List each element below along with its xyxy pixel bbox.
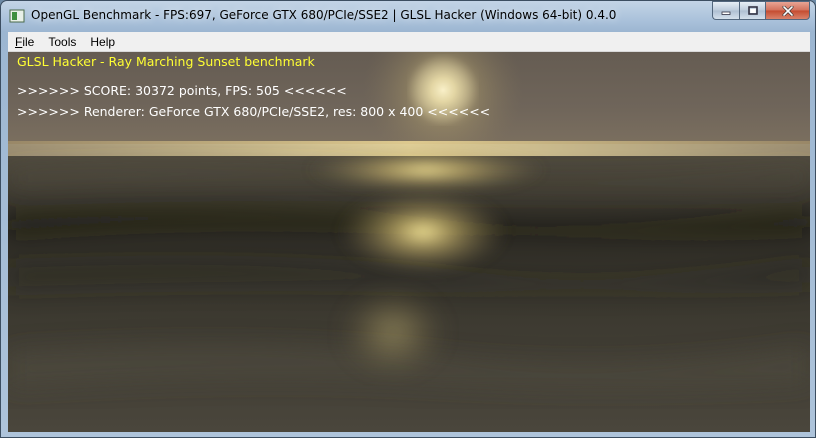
menu-file-label: ile	[22, 34, 35, 49]
app-icon	[9, 9, 25, 23]
benchmark-heading: GLSL Hacker - Ray Marching Sunset benchm…	[17, 54, 315, 69]
close-button[interactable]	[765, 1, 810, 20]
score-readout: >>>>>> SCORE: 30372 points, FPS: 505 <<<…	[17, 83, 347, 98]
close-icon	[782, 5, 793, 16]
window-title: OpenGL Benchmark - FPS:697, GeForce GTX …	[31, 8, 617, 22]
menu-bar: File Tools Help	[8, 32, 810, 52]
menu-tools[interactable]: Tools	[41, 35, 83, 49]
maximize-icon	[747, 6, 758, 15]
title-bar[interactable]: OpenGL Benchmark - FPS:697, GeForce GTX …	[1, 1, 815, 31]
maximize-button[interactable]	[739, 1, 765, 20]
minimize-icon	[721, 11, 731, 15]
menu-help[interactable]: Help	[83, 35, 122, 49]
render-viewport[interactable]: GLSL Hacker - Ray Marching Sunset benchm…	[8, 52, 810, 432]
window-controls	[712, 1, 810, 21]
minimize-button[interactable]	[712, 1, 739, 20]
renderer-readout: >>>>>> Renderer: GeForce GTX 680/PCIe/SS…	[17, 104, 491, 119]
menu-file[interactable]: File	[8, 35, 41, 49]
app-window: OpenGL Benchmark - FPS:697, GeForce GTX …	[0, 0, 816, 438]
